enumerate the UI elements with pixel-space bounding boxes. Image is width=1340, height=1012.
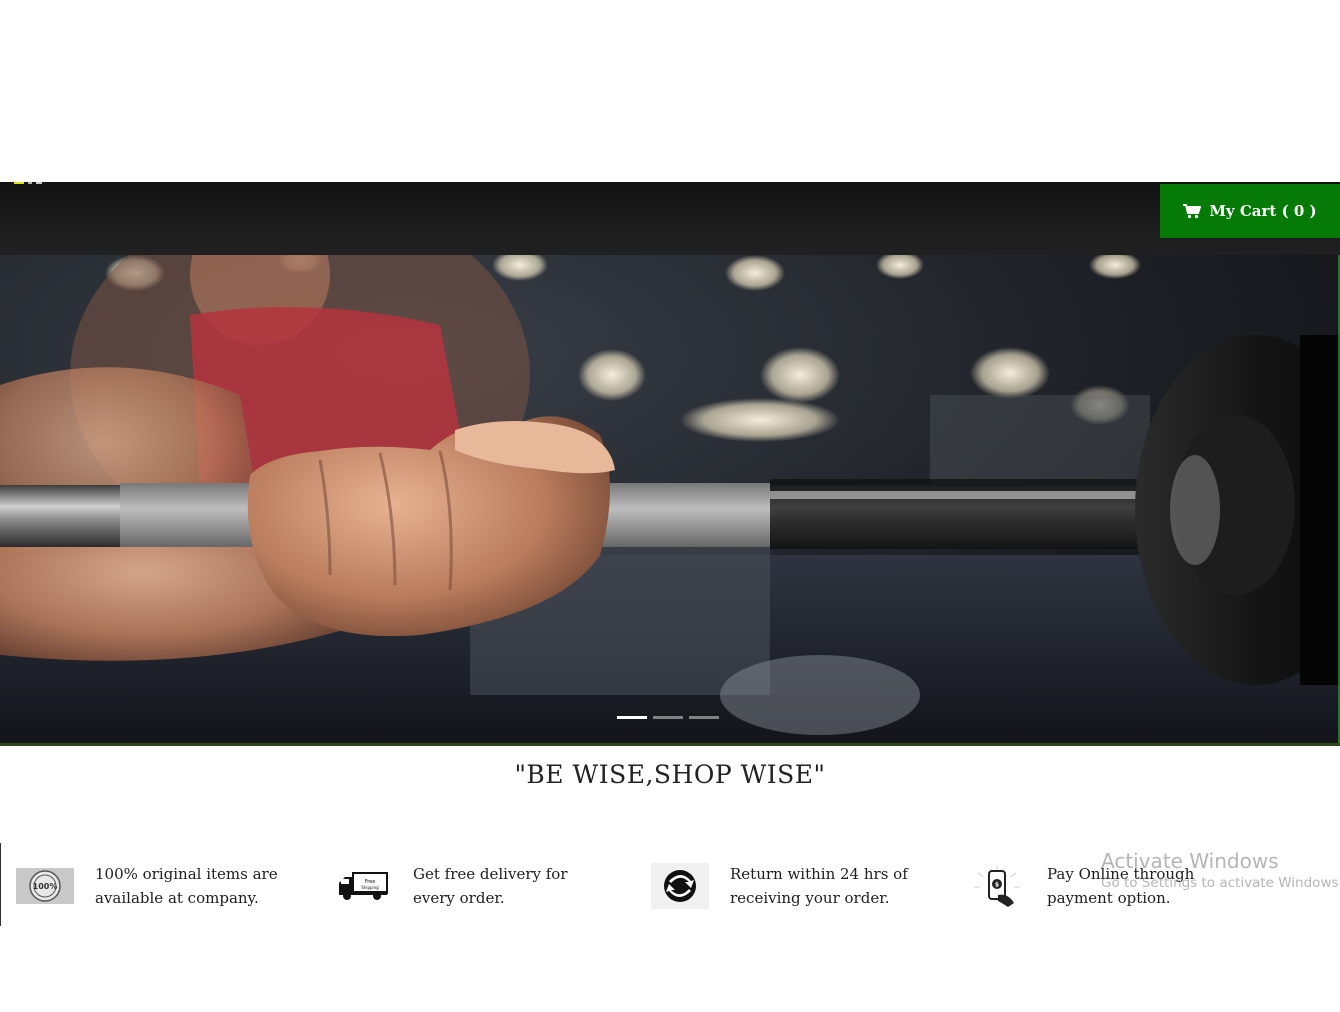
feature-free-delivery-text: Get free delivery for every order. [413,862,613,910]
my-cart-label: My Cart ( 0 ) [1209,202,1317,220]
shopping-cart-icon [1183,203,1202,219]
logo-fragment [14,182,48,185]
navbar: My Cart ( 0 ) [0,182,1340,255]
activate-windows-watermark: Activate Windows Go to Settings to activ… [1101,848,1340,892]
delivery-truck-icon: Free Shipping [334,863,392,909]
watermark-title: Activate Windows [1101,849,1279,873]
feature-original-items-text: 100% original items are available at com… [95,862,295,910]
feature-returns-text: Return within 24 hrs of receiving your o… [730,862,930,910]
feature-line: 100% original items are [95,865,278,883]
top-blank-area [0,0,1340,182]
quality-seal-icon: 100% [16,863,74,909]
feature-line: receiving your order. [730,889,890,907]
hero-bottom-border [0,743,1340,746]
carousel-indicator-2[interactable] [653,716,683,719]
mobile-payment-icon: $ [968,863,1026,909]
carousel-indicator-3[interactable] [689,716,719,719]
hero-carousel[interactable] [0,255,1340,746]
hero-image-barbell [0,255,1340,746]
feature-line: available at company. [95,889,259,907]
svg-text:Shipping: Shipping [361,885,379,890]
feature-line: Get free delivery for [413,865,568,883]
watermark-subtitle: Go to Settings to activate Windows. [1101,875,1340,891]
svg-text:100%: 100% [33,882,58,891]
carousel-indicators [617,716,719,719]
my-cart-button[interactable]: My Cart ( 0 ) [1160,184,1340,238]
carousel-indicator-1[interactable] [617,716,647,719]
svg-text:$: $ [995,882,999,889]
tagline: "BE WISE,SHOP WISE" [514,760,826,789]
return-arrows-icon [651,863,709,909]
feature-line: every order. [413,889,505,907]
feature-line: Return within 24 hrs of [730,865,908,883]
